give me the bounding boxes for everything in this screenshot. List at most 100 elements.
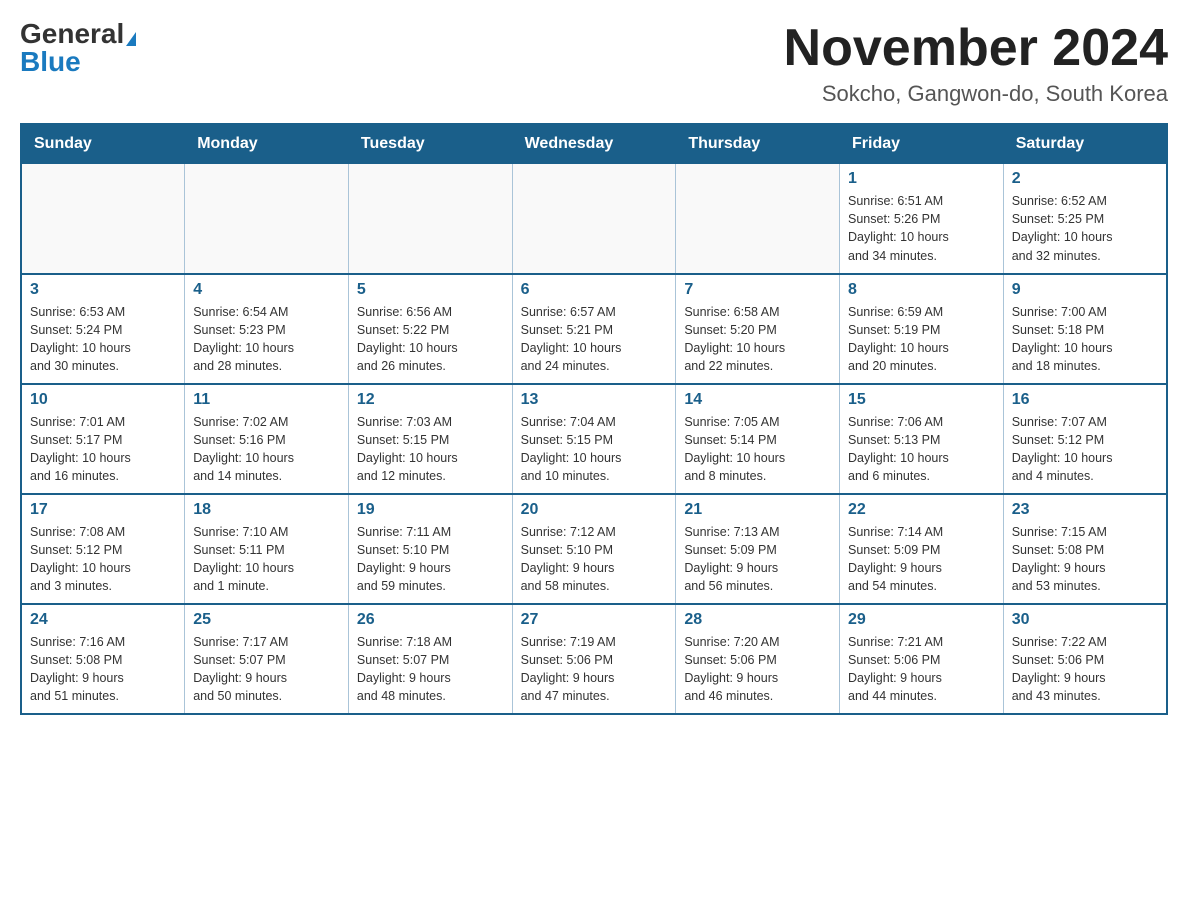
- calendar-cell: [21, 164, 185, 274]
- calendar-cell: 15 Sunrise: 7:06 AM Sunset: 5:13 PM Dayli…: [840, 384, 1004, 494]
- logo-text: General: [20, 20, 136, 48]
- day-info: Sunrise: 7:00 AM Sunset: 5:18 PM Dayligh…: [1012, 303, 1158, 376]
- calendar-table: SundayMondayTuesdayWednesdayThursdayFrid…: [20, 123, 1168, 715]
- logo-triangle-icon: [126, 32, 136, 46]
- day-info: Sunrise: 7:12 AM Sunset: 5:10 PM Dayligh…: [521, 523, 668, 596]
- day-info: Sunrise: 6:59 AM Sunset: 5:19 PM Dayligh…: [848, 303, 995, 376]
- day-number: 25: [193, 611, 340, 629]
- day-info: Sunrise: 6:52 AM Sunset: 5:25 PM Dayligh…: [1012, 192, 1158, 265]
- calendar-cell: 14 Sunrise: 7:05 AM Sunset: 5:14 PM Dayli…: [676, 384, 840, 494]
- day-info: Sunrise: 7:10 AM Sunset: 5:11 PM Dayligh…: [193, 523, 340, 596]
- day-info: Sunrise: 7:19 AM Sunset: 5:06 PM Dayligh…: [521, 633, 668, 706]
- day-info: Sunrise: 7:16 AM Sunset: 5:08 PM Dayligh…: [30, 633, 176, 706]
- day-number: 16: [1012, 391, 1158, 409]
- day-info: Sunrise: 7:20 AM Sunset: 5:06 PM Dayligh…: [684, 633, 831, 706]
- week-row-5: 24 Sunrise: 7:16 AM Sunset: 5:08 PM Dayli…: [21, 604, 1167, 714]
- week-row-3: 10Sunrise: 7:01 AM Sunset: 5:17 PM Dayli…: [21, 384, 1167, 494]
- calendar-cell: 13Sunrise: 7:04 AM Sunset: 5:15 PM Dayli…: [512, 384, 676, 494]
- day-info: Sunrise: 7:07 AM Sunset: 5:12 PM Dayligh…: [1012, 413, 1158, 486]
- calendar-cell: 11 Sunrise: 7:02 AM Sunset: 5:16 PM Dayli…: [185, 384, 349, 494]
- column-header-thursday: Thursday: [676, 124, 840, 164]
- day-number: 1: [848, 170, 995, 188]
- week-row-1: 1Sunrise: 6:51 AM Sunset: 5:26 PM Daylig…: [21, 164, 1167, 274]
- calendar-cell: 9 Sunrise: 7:00 AM Sunset: 5:18 PM Daylig…: [1003, 274, 1167, 384]
- calendar-cell: 16 Sunrise: 7:07 AM Sunset: 5:12 PM Dayli…: [1003, 384, 1167, 494]
- calendar-cell: 5 Sunrise: 6:56 AM Sunset: 5:22 PM Daylig…: [348, 274, 512, 384]
- calendar-cell: [676, 164, 840, 274]
- day-number: 6: [521, 281, 668, 299]
- day-number: 11: [193, 391, 340, 409]
- day-info: Sunrise: 7:08 AM Sunset: 5:12 PM Dayligh…: [30, 523, 176, 596]
- column-header-wednesday: Wednesday: [512, 124, 676, 164]
- day-number: 18: [193, 501, 340, 519]
- calendar-cell: [185, 164, 349, 274]
- week-row-2: 3Sunrise: 6:53 AM Sunset: 5:24 PM Daylig…: [21, 274, 1167, 384]
- day-info: Sunrise: 7:11 AM Sunset: 5:10 PM Dayligh…: [357, 523, 504, 596]
- calendar-cell: 22 Sunrise: 7:14 AM Sunset: 5:09 PM Dayli…: [840, 494, 1004, 604]
- day-number: 21: [684, 501, 831, 519]
- day-number: 23: [1012, 501, 1158, 519]
- day-number: 7: [684, 281, 831, 299]
- day-number: 17: [30, 501, 176, 519]
- calendar-cell: 25Sunrise: 7:17 AM Sunset: 5:07 PM Dayli…: [185, 604, 349, 714]
- calendar-cell: 10Sunrise: 7:01 AM Sunset: 5:17 PM Dayli…: [21, 384, 185, 494]
- day-info: Sunrise: 7:02 AM Sunset: 5:16 PM Dayligh…: [193, 413, 340, 486]
- calendar-cell: 19 Sunrise: 7:11 AM Sunset: 5:10 PM Dayli…: [348, 494, 512, 604]
- day-number: 9: [1012, 281, 1158, 299]
- day-number: 8: [848, 281, 995, 299]
- day-number: 20: [521, 501, 668, 519]
- calendar-cell: 18 Sunrise: 7:10 AM Sunset: 5:11 PM Dayli…: [185, 494, 349, 604]
- day-number: 15: [848, 391, 995, 409]
- day-info: Sunrise: 7:14 AM Sunset: 5:09 PM Dayligh…: [848, 523, 995, 596]
- day-info: Sunrise: 7:22 AM Sunset: 5:06 PM Dayligh…: [1012, 633, 1158, 706]
- calendar-cell: [512, 164, 676, 274]
- day-number: 2: [1012, 170, 1158, 188]
- day-info: Sunrise: 6:56 AM Sunset: 5:22 PM Dayligh…: [357, 303, 504, 376]
- logo-blue: Blue: [20, 48, 81, 76]
- day-info: Sunrise: 7:06 AM Sunset: 5:13 PM Dayligh…: [848, 413, 995, 486]
- column-header-friday: Friday: [840, 124, 1004, 164]
- logo-general: General: [20, 18, 124, 49]
- calendar-cell: 1Sunrise: 6:51 AM Sunset: 5:26 PM Daylig…: [840, 164, 1004, 274]
- column-header-saturday: Saturday: [1003, 124, 1167, 164]
- calendar-cell: 7Sunrise: 6:58 AM Sunset: 5:20 PM Daylig…: [676, 274, 840, 384]
- day-number: 24: [30, 611, 176, 629]
- calendar-cell: 3Sunrise: 6:53 AM Sunset: 5:24 PM Daylig…: [21, 274, 185, 384]
- day-number: 5: [357, 281, 504, 299]
- calendar-cell: 30Sunrise: 7:22 AM Sunset: 5:06 PM Dayli…: [1003, 604, 1167, 714]
- day-info: Sunrise: 7:05 AM Sunset: 5:14 PM Dayligh…: [684, 413, 831, 486]
- calendar-cell: 6 Sunrise: 6:57 AM Sunset: 5:21 PM Daylig…: [512, 274, 676, 384]
- day-number: 13: [521, 391, 668, 409]
- day-info: Sunrise: 7:01 AM Sunset: 5:17 PM Dayligh…: [30, 413, 176, 486]
- day-number: 27: [521, 611, 668, 629]
- day-number: 28: [684, 611, 831, 629]
- calendar-cell: 20 Sunrise: 7:12 AM Sunset: 5:10 PM Dayli…: [512, 494, 676, 604]
- day-number: 26: [357, 611, 504, 629]
- calendar-cell: 26 Sunrise: 7:18 AM Sunset: 5:07 PM Dayli…: [348, 604, 512, 714]
- column-header-tuesday: Tuesday: [348, 124, 512, 164]
- calendar-cell: 4 Sunrise: 6:54 AM Sunset: 5:23 PM Daylig…: [185, 274, 349, 384]
- page-header: General Blue November 2024 Sokcho, Gangw…: [20, 20, 1168, 107]
- calendar-cell: 8 Sunrise: 6:59 AM Sunset: 5:19 PM Daylig…: [840, 274, 1004, 384]
- day-number: 14: [684, 391, 831, 409]
- day-number: 22: [848, 501, 995, 519]
- day-number: 19: [357, 501, 504, 519]
- calendar-cell: 12Sunrise: 7:03 AM Sunset: 5:15 PM Dayli…: [348, 384, 512, 494]
- calendar-cell: 2 Sunrise: 6:52 AM Sunset: 5:25 PM Daylig…: [1003, 164, 1167, 274]
- day-info: Sunrise: 7:18 AM Sunset: 5:07 PM Dayligh…: [357, 633, 504, 706]
- day-number: 4: [193, 281, 340, 299]
- title-block: November 2024 Sokcho, Gangwon-do, South …: [784, 20, 1168, 107]
- calendar-cell: [348, 164, 512, 274]
- column-header-sunday: Sunday: [21, 124, 185, 164]
- calendar-cell: 28 Sunrise: 7:20 AM Sunset: 5:06 PM Dayli…: [676, 604, 840, 714]
- day-info: Sunrise: 7:13 AM Sunset: 5:09 PM Dayligh…: [684, 523, 831, 596]
- day-info: Sunrise: 6:57 AM Sunset: 5:21 PM Dayligh…: [521, 303, 668, 376]
- day-number: 3: [30, 281, 176, 299]
- day-info: Sunrise: 6:54 AM Sunset: 5:23 PM Dayligh…: [193, 303, 340, 376]
- logo: General Blue: [20, 20, 136, 76]
- week-row-4: 17 Sunrise: 7:08 AM Sunset: 5:12 PM Dayli…: [21, 494, 1167, 604]
- calendar-header-row: SundayMondayTuesdayWednesdayThursdayFrid…: [21, 124, 1167, 164]
- location: Sokcho, Gangwon-do, South Korea: [784, 81, 1168, 107]
- day-info: Sunrise: 7:03 AM Sunset: 5:15 PM Dayligh…: [357, 413, 504, 486]
- calendar-cell: 24 Sunrise: 7:16 AM Sunset: 5:08 PM Dayli…: [21, 604, 185, 714]
